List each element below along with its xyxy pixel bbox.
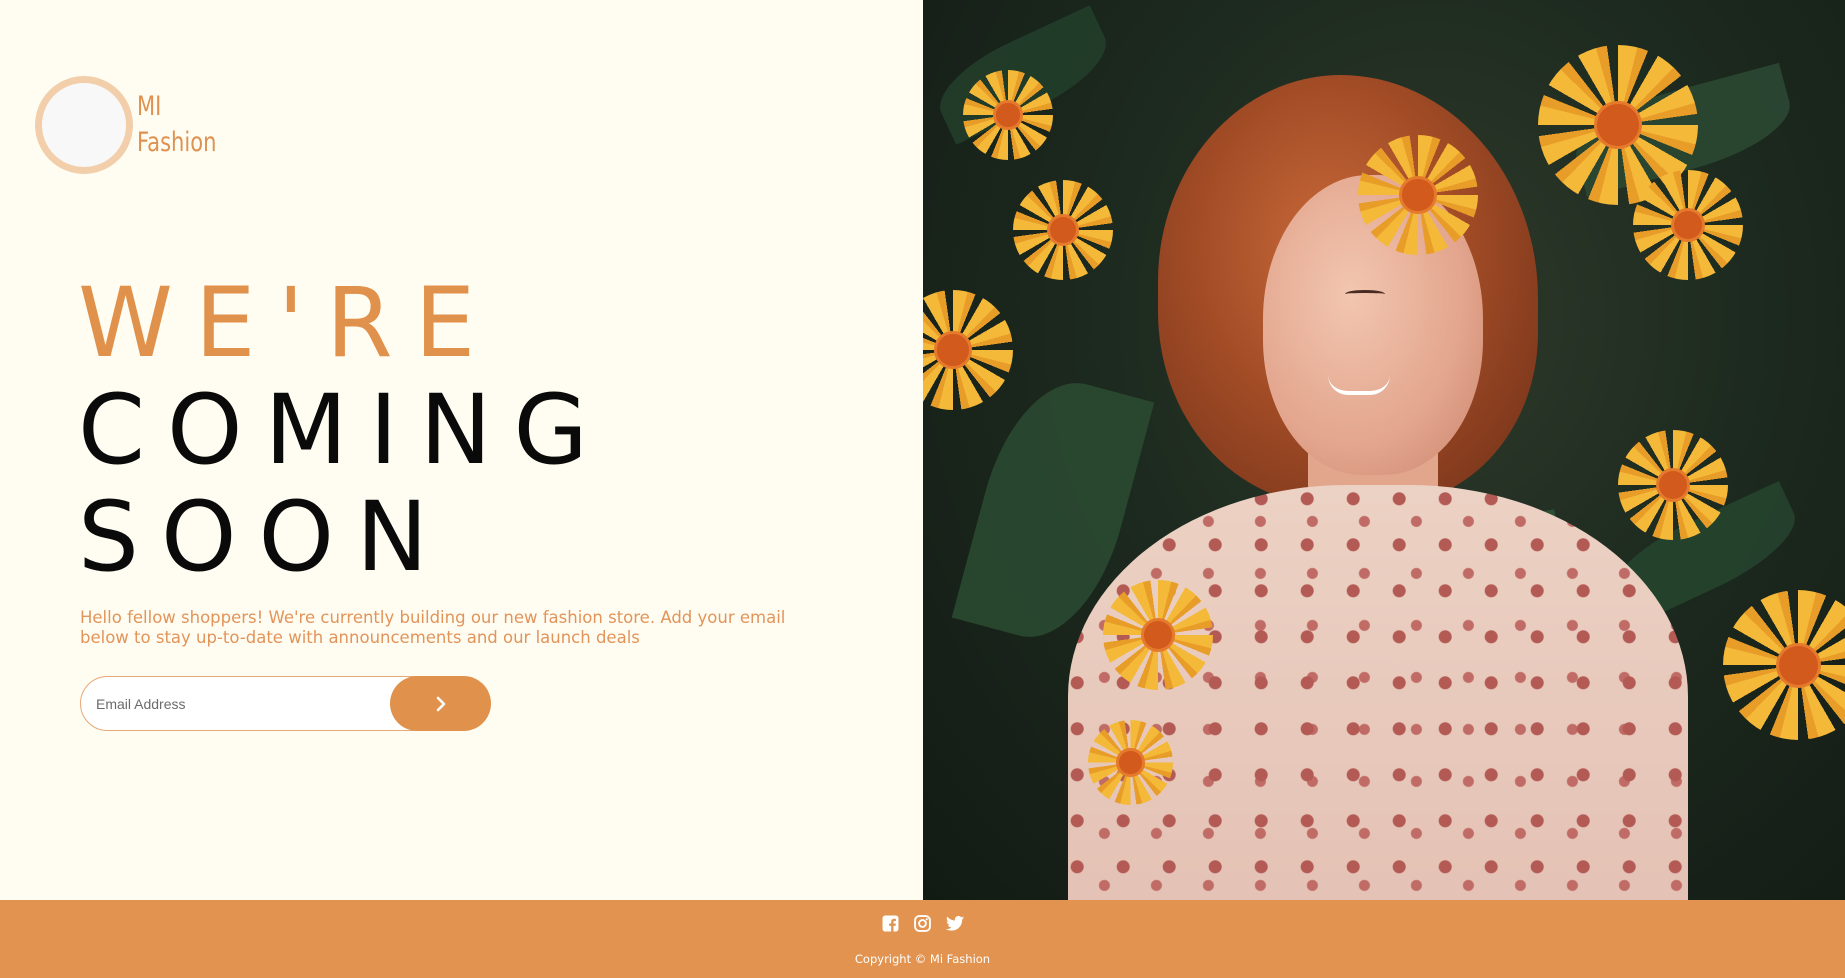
- flower-icon: [963, 70, 1053, 160]
- headline-line-2: COMING: [78, 374, 610, 486]
- chevron-right-icon: [436, 696, 445, 711]
- twitter-icon[interactable]: [945, 914, 964, 932]
- flower-icon: [1103, 580, 1213, 690]
- copyright-text: Copyright © Mi Fashion: [854, 952, 991, 966]
- model-blouse: [1068, 485, 1688, 900]
- model-eye: [1345, 290, 1385, 298]
- headline-line-1: WE'RE: [78, 267, 498, 379]
- instagram-icon[interactable]: [914, 914, 932, 932]
- headline-line-3: SOON: [78, 481, 450, 593]
- brand-line-1: MI: [137, 91, 162, 122]
- logo-circle-icon: [35, 76, 133, 174]
- flower-icon: [1013, 180, 1113, 280]
- social-links: [0, 914, 1845, 932]
- brand-line-2: Fashion: [137, 127, 217, 158]
- page-title: WE'RE COMING SOON: [78, 270, 610, 591]
- flower-icon: [1618, 430, 1728, 540]
- logo[interactable]: MI Fashion: [35, 76, 239, 174]
- content-panel: MI Fashion WE'RE COMING SOON Hello fello…: [0, 0, 923, 900]
- intro-text: Hello fellow shoppers! We're currently b…: [80, 608, 786, 647]
- flower-icon: [1633, 170, 1743, 280]
- flower-icon: [1358, 135, 1478, 255]
- brand-name: MI Fashion: [137, 89, 216, 161]
- flower-icon: [1723, 590, 1845, 740]
- submit-button[interactable]: [390, 676, 491, 731]
- footer: Copyright © Mi Fashion: [0, 900, 1845, 978]
- flower-icon: [923, 290, 1013, 410]
- signup-form: [80, 676, 491, 731]
- flower-icon: [1088, 720, 1173, 805]
- email-field[interactable]: [80, 676, 440, 731]
- hero-photo: [923, 0, 1845, 900]
- facebook-icon[interactable]: [882, 914, 900, 932]
